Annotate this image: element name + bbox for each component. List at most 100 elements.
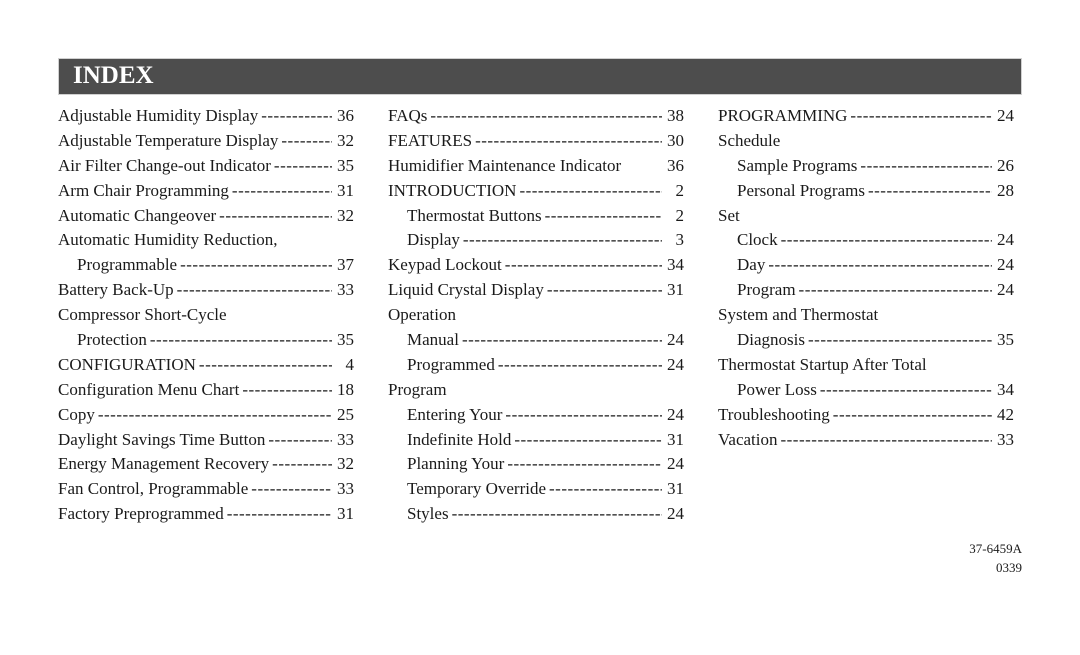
index-entry-label: Factory Preprogrammed	[58, 504, 224, 524]
dotted-leader	[868, 179, 992, 204]
index-entry: Fan Control, Programmable 33	[58, 477, 354, 502]
index-entry: Personal Programs 28	[718, 179, 1014, 204]
dotted-leader	[545, 204, 662, 229]
dotted-leader	[463, 228, 662, 253]
index-entry-label: Diagnosis	[737, 330, 805, 350]
dotted-leader	[549, 477, 662, 502]
dotted-leader	[227, 502, 332, 527]
index-entry-label: Vacation	[718, 429, 778, 449]
index-entry-page-number: 2	[675, 180, 685, 200]
index-entry-label: Thermostat Buttons	[407, 205, 542, 225]
index-entry-label: Display	[407, 230, 460, 250]
index-entry: Vacation 33	[718, 428, 1014, 453]
index-entry: Battery Back-Up 33	[58, 278, 354, 303]
index-entry-label: Operation	[388, 305, 456, 325]
index-entry: Air Filter Change-out Indicator 35	[58, 154, 354, 179]
index-entry: System and Thermostat	[718, 303, 1014, 328]
index-entry: Diagnosis 35	[718, 328, 1014, 353]
dotted-leader	[219, 204, 332, 229]
index-entry: Liquid Crystal Display 31	[388, 278, 684, 303]
index-header-bar: INDEX	[58, 58, 1022, 95]
page-title: INDEX	[73, 62, 154, 89]
dotted-leader	[232, 179, 332, 204]
index-entry-page-number: 24	[667, 454, 684, 474]
index-entry-label: System and Thermostat	[718, 305, 879, 325]
index-entry-page-number: 24	[997, 230, 1014, 250]
dotted-leader	[780, 428, 992, 453]
dotted-leader	[268, 428, 332, 453]
index-entry-page-number: 31	[667, 429, 684, 449]
index-entry-page-number: 34	[997, 379, 1014, 399]
index-entry: CONFIGURATION 4	[58, 353, 354, 378]
index-entry-page-number: 42	[997, 404, 1014, 424]
index-entry: INTRODUCTION 2	[388, 179, 684, 204]
index-entry: Programmable 37	[58, 253, 354, 278]
index-entry-page-number: 2	[675, 205, 685, 225]
index-entry-page-number: 35	[997, 330, 1014, 350]
index-entry-page-number: 34	[667, 255, 684, 275]
index-entry-label: Battery Back-Up	[58, 280, 174, 300]
index-entry: Thermostat Buttons 2	[388, 204, 684, 229]
index-entry: Programmed 24	[388, 353, 684, 378]
document-number: 37-6459A	[969, 541, 1022, 556]
dotted-leader	[242, 378, 332, 403]
dotted-leader	[781, 228, 992, 253]
dotted-leader	[251, 477, 332, 502]
dotted-leader	[462, 328, 662, 353]
index-entry-label: Configuration Menu Chart	[58, 379, 240, 399]
index-entry-label: Automatic Humidity Reduction,	[58, 230, 278, 250]
index-entry-page-number: 38	[667, 106, 684, 125]
index-entry-page-number: 24	[997, 255, 1014, 275]
dotted-leader	[274, 154, 332, 179]
index-entry: Planning Your 24	[388, 452, 684, 477]
index-entry-page-number: 26	[997, 155, 1014, 175]
index-entry-label: Adjustable Humidity Display	[58, 106, 259, 125]
index-entry-page-number: 24	[667, 354, 684, 374]
index-entry: Temporary Override 31	[388, 477, 684, 502]
dotted-leader	[430, 104, 662, 129]
index-entry: Copy 25	[58, 403, 354, 428]
index-entry-label: Personal Programs	[737, 180, 865, 200]
index-entry-page-number: 32	[337, 130, 354, 150]
index-entry-label: FEATURES	[388, 130, 473, 150]
index-entry-page-number: 31	[667, 479, 684, 499]
index-entry-label: Copy	[58, 404, 95, 424]
index-entry-page-number: 24	[997, 280, 1014, 300]
index-entry-label: Set	[718, 205, 740, 225]
index-column-3: PROGRAMMING 24 Schedule Sample Programs 26 Pe…	[718, 104, 1014, 452]
index-entry-label: Planning Your	[407, 454, 505, 474]
index-entry-page-number: 24	[667, 330, 684, 350]
index-entry-label: Troubleshooting	[718, 404, 830, 424]
index-entry-page-number: 35	[337, 155, 354, 175]
dotted-leader	[498, 353, 662, 378]
index-entry: Energy Management Recovery 32	[58, 452, 354, 477]
dotted-leader	[98, 403, 332, 428]
index-entry-label: Indefinite Hold	[407, 429, 512, 449]
index-entry-label: Program	[388, 379, 447, 399]
index-entry-page-number: 31	[667, 280, 684, 300]
index-entry-page-number: 33	[337, 479, 354, 499]
index-entry-label: CONFIGURATION	[58, 354, 196, 374]
index-entry-page-number: 18	[337, 379, 354, 399]
index-entry: Daylight Savings Time Button 33	[58, 428, 354, 453]
dotted-leader	[452, 502, 662, 527]
index-entry: Factory Preprogrammed 31	[58, 502, 354, 527]
dotted-leader	[180, 253, 332, 278]
index-entry-label: FAQs	[388, 106, 428, 125]
dotted-leader	[150, 328, 332, 353]
index-entry-label: Fan Control, Programmable	[58, 479, 249, 499]
index-entry-label: Automatic Changeover	[58, 205, 217, 225]
dotted-leader	[505, 253, 662, 278]
index-entry: Thermostat Startup After Total	[718, 353, 1014, 378]
index-entry-page-number: 3	[675, 230, 685, 250]
index-entry-label: Sample Programs	[737, 155, 858, 175]
index-entry-page-number: 25	[337, 404, 354, 424]
dotted-leader	[547, 278, 662, 303]
index-entry-label: Compressor Short-Cycle	[58, 305, 227, 325]
index-entry-page-number: 31	[337, 504, 354, 524]
index-entry-label: Clock	[737, 230, 778, 250]
index-entry: Schedule	[718, 129, 1014, 154]
index-entry: Automatic Changeover 32	[58, 204, 354, 229]
dotted-leader	[281, 129, 332, 154]
index-entry: Arm Chair Programming 31	[58, 179, 354, 204]
